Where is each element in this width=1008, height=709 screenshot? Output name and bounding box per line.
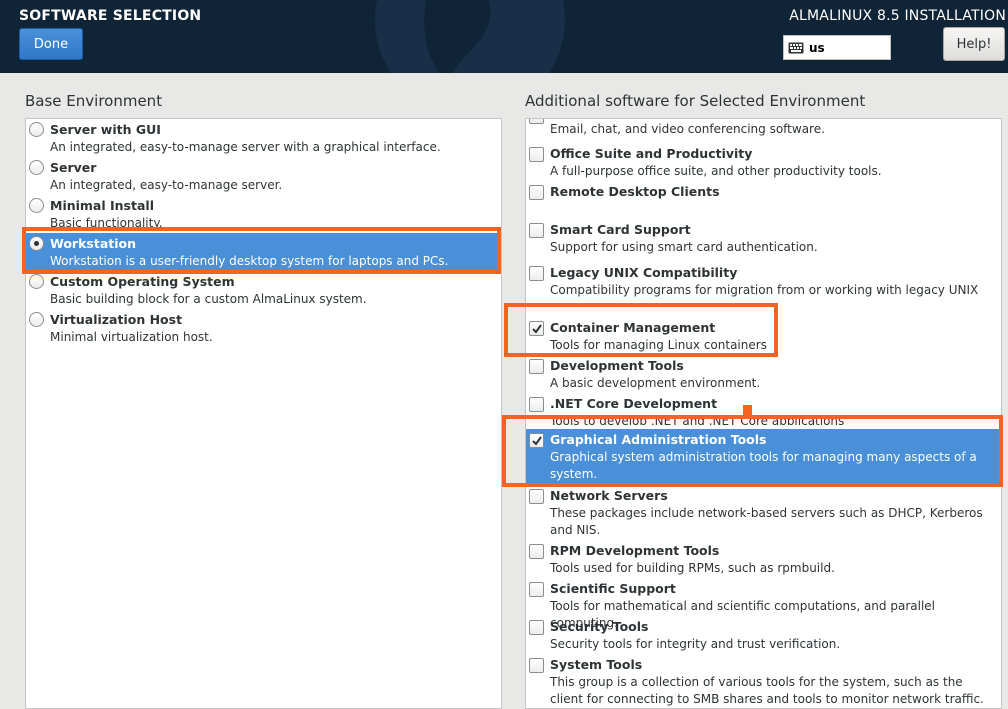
item-description: Tools to develop .NET and .NET Core appl… [550, 414, 845, 425]
checkbox[interactable] [529, 147, 544, 162]
header-bar: SOFTWARE SELECTION Done ALMALINUX 8.5 IN… [0, 0, 1008, 73]
item-description: Support for using smart card authenticat… [550, 240, 818, 254]
item-description: An integrated, easy-to-manage server. [50, 178, 283, 192]
env-item-minimal-install[interactable]: Minimal Install Basic functionality. [26, 195, 501, 233]
checkbox[interactable] [529, 223, 544, 238]
item-description: Email, chat, and video conferencing soft… [550, 122, 825, 136]
env-item-server-with-gui[interactable]: Server with GUI An integrated, easy-to-m… [26, 119, 501, 157]
checkmark-icon [532, 324, 542, 334]
item-name: System Tools [550, 657, 643, 672]
addon-item-security-tools[interactable]: Security Tools Security tools for integr… [526, 616, 1001, 654]
item-name: Virtualization Host [50, 312, 183, 327]
item-name: Office Suite and Productivity [550, 146, 753, 161]
item-name: Server with GUI [50, 122, 161, 137]
item-name: Smart Card Support [550, 222, 691, 237]
item-name: .NET Core Development [550, 396, 718, 411]
addon-item-legacy-unix[interactable]: Legacy UNIX Compatibility Compatibility … [526, 262, 1001, 300]
help-button[interactable]: Help! [943, 27, 1005, 61]
item-name: Workstation [50, 236, 137, 251]
item-description: A full-purpose office suite, and other p… [550, 164, 882, 178]
env-item-virtualization-host[interactable]: Virtualization Host Minimal virtualizati… [26, 309, 501, 347]
installation-title: ALMALINUX 8.5 INSTALLATION [789, 8, 1006, 24]
almalinux-logo-watermark [375, 0, 565, 73]
item-description: Compatibility programs for migration fro… [550, 283, 979, 297]
env-item-workstation[interactable]: Workstation Workstation is a user-friend… [26, 233, 501, 271]
checkbox[interactable] [529, 397, 544, 412]
done-button[interactable]: Done [19, 28, 83, 60]
addon-item-smart-card[interactable]: Smart Card Support Support for using sma… [526, 219, 1001, 262]
item-description: An integrated, easy-to-manage server wit… [50, 140, 441, 154]
item-name: Server [50, 160, 97, 175]
radio-button-checked[interactable] [29, 236, 44, 251]
item-description: Basic functionality. [50, 216, 163, 230]
checkbox[interactable] [529, 620, 544, 635]
addon-item-scientific-support[interactable]: Scientific Support Tools for mathematica… [526, 578, 1001, 630]
checkbox[interactable] [529, 489, 544, 504]
item-name: RPM Development Tools [550, 543, 720, 558]
item-description: Tools used for building RPMs, such as rp… [550, 561, 835, 575]
checkbox[interactable] [529, 359, 544, 374]
base-environment-label: Base Environment [25, 92, 163, 110]
item-name: Custom Operating System [50, 274, 235, 289]
addon-item-network-servers[interactable]: Network Servers These packages include n… [526, 485, 1001, 540]
radio-button[interactable] [29, 122, 44, 137]
env-item-custom-os[interactable]: Custom Operating System Basic building b… [26, 271, 501, 309]
item-name: Development Tools [550, 358, 684, 373]
checkbox[interactable] [529, 266, 544, 281]
additional-software-list[interactable]: Email, chat, and video conferencing soft… [525, 118, 1002, 709]
item-name: Minimal Install [50, 198, 154, 213]
checkbox[interactable] [529, 119, 544, 124]
item-description: A basic development environment. [550, 376, 761, 390]
item-description: Tools for managing Linux containers [550, 338, 767, 352]
item-name: Graphical Administration Tools [550, 432, 767, 447]
item-description: These packages include network-based ser… [550, 506, 983, 537]
addon-item-remote-desktop[interactable]: Remote Desktop Clients [526, 181, 1001, 219]
page-title: SOFTWARE SELECTION [19, 8, 202, 24]
item-description: Workstation is a user-friendly desktop s… [50, 254, 449, 268]
keyboard-layout-indicator[interactable]: us [783, 35, 891, 60]
checkbox-checked[interactable] [529, 321, 544, 336]
item-name: Remote Desktop Clients [550, 184, 720, 199]
checkbox[interactable] [529, 658, 544, 673]
addon-item-system-tools[interactable]: System Tools This group is a collection … [526, 654, 1001, 708]
addon-item-container-management[interactable]: Container Management Tools for managing … [526, 317, 1001, 355]
keyboard-layout-label: us [809, 40, 825, 55]
item-name: Scientific Support [550, 581, 676, 596]
addon-item-rpm-dev-tools[interactable]: RPM Development Tools Tools used for bui… [526, 540, 1001, 578]
item-description: Minimal virtualization host. [50, 330, 213, 344]
base-environment-list: Server with GUI An integrated, easy-to-m… [25, 118, 502, 709]
item-description: Security tools for integrity and trust v… [550, 637, 841, 651]
checkbox-checked[interactable] [529, 433, 544, 448]
addon-item-office-suite[interactable]: Office Suite and Productivity A full-pur… [526, 143, 1001, 181]
addon-item-communications[interactable]: Email, chat, and video conferencing soft… [526, 119, 1001, 143]
keyboard-icon [788, 42, 804, 53]
radio-button[interactable] [29, 160, 44, 175]
item-name: Network Servers [550, 488, 668, 503]
item-description: Basic building block for a custom AlmaLi… [50, 292, 367, 306]
addon-item-dotnet-core[interactable]: .NET Core Development Tools to develop .… [526, 393, 1001, 425]
checkbox[interactable] [529, 582, 544, 597]
additional-software-label: Additional software for Selected Environ… [525, 92, 866, 110]
item-name: Legacy UNIX Compatibility [550, 265, 738, 280]
checkbox[interactable] [529, 185, 544, 200]
item-description: Graphical system administration tools fo… [550, 450, 977, 481]
item-description: This group is a collection of various to… [550, 675, 984, 706]
radio-button[interactable] [29, 198, 44, 213]
addon-item-graphical-admin-tools[interactable]: Graphical Administration Tools Graphical… [526, 429, 1001, 483]
env-item-server[interactable]: Server An integrated, easy-to-manage ser… [26, 157, 501, 195]
addon-item-development-tools[interactable]: Development Tools A basic development en… [526, 355, 1001, 393]
radio-button[interactable] [29, 312, 44, 327]
radio-button[interactable] [29, 274, 44, 289]
checkbox[interactable] [529, 544, 544, 559]
checkmark-icon [532, 436, 542, 446]
item-name: Security Tools [550, 619, 649, 634]
item-name: Container Management [550, 320, 716, 335]
